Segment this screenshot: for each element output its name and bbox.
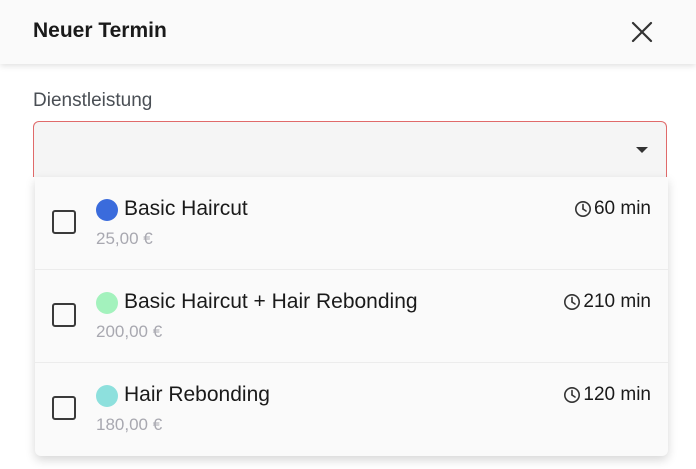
duration-text: 210 min <box>583 291 651 312</box>
option-duration: 60 min <box>574 198 651 220</box>
dialog-header: Neuer Termin <box>0 0 696 64</box>
service-field-label: Dienstleistung <box>33 90 153 111</box>
option-duration: 210 min <box>563 291 651 313</box>
option-checkbox[interactable] <box>52 210 76 234</box>
option-name: Basic Haircut + Hair Rebonding <box>124 290 418 313</box>
duration-text: 120 min <box>583 384 651 405</box>
option-duration: 120 min <box>563 384 651 406</box>
service-color-dot <box>96 199 118 221</box>
option-name: Hair Rebonding <box>124 383 270 406</box>
service-dropdown-list: Basic Haircut 25,00 € 60 min Basic Hairc… <box>35 177 668 456</box>
option-price: 200,00 € <box>96 322 163 341</box>
service-option-basic-haircut[interactable]: Basic Haircut 25,00 € 60 min <box>35 177 668 270</box>
service-option-basic-haircut-rebonding[interactable]: Basic Haircut + Hair Rebonding 200,00 € … <box>35 270 668 363</box>
caret-down-icon[interactable] <box>636 147 648 153</box>
close-button[interactable] <box>628 18 656 46</box>
option-price: 25,00 € <box>96 229 153 248</box>
close-icon <box>631 21 653 43</box>
clock-icon <box>574 201 591 217</box>
service-option-hair-rebonding[interactable]: Hair Rebonding 180,00 € 120 min <box>35 363 668 456</box>
option-name: Basic Haircut <box>124 197 248 220</box>
option-price: 180,00 € <box>96 415 163 434</box>
service-color-dot <box>96 385 118 407</box>
option-checkbox[interactable] <box>52 303 76 327</box>
service-select[interactable] <box>33 121 667 177</box>
service-color-dot <box>96 292 118 314</box>
clock-icon <box>564 294 581 310</box>
duration-text: 60 min <box>593 198 651 219</box>
clock-icon <box>564 387 581 403</box>
dialog-title: Neuer Termin <box>33 19 167 42</box>
option-checkbox[interactable] <box>52 396 76 420</box>
